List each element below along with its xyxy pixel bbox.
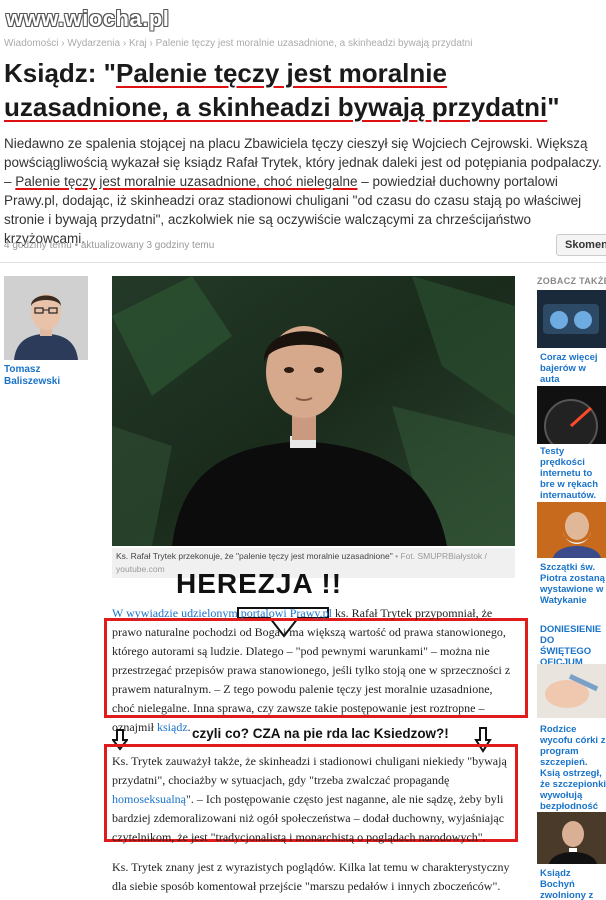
sidebar-heading: ZOBACZ TAKŻE: [537, 276, 606, 286]
p1-end: . [187, 720, 191, 734]
title-prefix: Ksiądz: " [4, 58, 117, 88]
article-paragraph-1: W wywiadzie udzielonym portalowi Prawy.p… [112, 604, 518, 737]
author-avatar[interactable] [4, 276, 88, 360]
header-divider [0, 262, 606, 263]
sidebar-thumb-st-peter[interactable] [537, 502, 606, 558]
prawy-link[interactable]: W wywiadzie udzielonym portalowi Prawy.p… [112, 606, 332, 620]
article-hero-image[interactable] [112, 276, 515, 546]
p1-text: ks. Rafał Trytek przypomniał, że prawo n… [112, 606, 511, 734]
author-name[interactable]: Tomasz Baliszewski [4, 364, 94, 388]
lead-underlined-quote: Palenie tęczy jest moralnie uzasadnione,… [15, 174, 358, 189]
caption-text: Ks. Rafał Trytek przekonuje, że "palenie… [116, 551, 393, 561]
ksiadz-tag-link[interactable]: ksiądz [157, 720, 188, 734]
sidebar-item-3[interactable]: Szczątki św. Piotra zostaną wystawione w… [540, 562, 606, 606]
homoseksualna-link[interactable]: homoseksualną [112, 792, 186, 806]
article-lead: Niedawno ze spalenia stojącej na placu Z… [4, 134, 604, 248]
sidebar-item-4[interactable]: DONIESIENIE DO ŚWIĘTEGO OFICJUM [540, 624, 606, 668]
article-title: Ksiądz: "Palenie tęczy jest moralnie uza… [4, 56, 604, 124]
sidebar-item-6[interactable]: Ksiądz Bochyń zwolniony z funkcji rektor… [540, 868, 606, 900]
p2-text-1: Ks. Trytek zauważył także, że skinheadzi… [112, 754, 507, 787]
article-paragraph-3: Ks. Trytek znany jest z wyrazistych pogl… [112, 860, 510, 893]
sidebar-thumb-priest[interactable] [537, 812, 606, 864]
annotation-herezja: HEREZJA !! [176, 568, 343, 599]
annotation-czyli: czyli co? CZA na pie rda lac Ksiedzow?! [192, 726, 449, 741]
breadcrumb[interactable]: Wiadomości › Wydarzenia › Kraj › Palenie… [4, 38, 472, 49]
article-paragraph-2: Ks. Trytek zauważył także, że skinheadzi… [112, 752, 518, 847]
sidebar-thumb-vaccine[interactable] [537, 664, 606, 718]
site-watermark: www.wiocha.pl [6, 6, 170, 31]
article-timestamp: 4 godziny temu • aktualizowany 3 godziny… [4, 240, 215, 251]
sidebar-thumb-car[interactable] [537, 290, 606, 348]
title-suffix: " [547, 92, 560, 122]
sidebar-item-1[interactable]: Coraz więcej bajerów w auta [540, 352, 606, 385]
sidebar-item-2[interactable]: Testy prędkości internetu to bre w rękac… [540, 446, 606, 501]
comment-button[interactable]: Skomentuj [556, 234, 606, 256]
sidebar-thumb-speedometer[interactable] [537, 386, 606, 444]
sidebar-item-5[interactable]: Rodzice wycofu córki z program szczepień… [540, 724, 606, 812]
